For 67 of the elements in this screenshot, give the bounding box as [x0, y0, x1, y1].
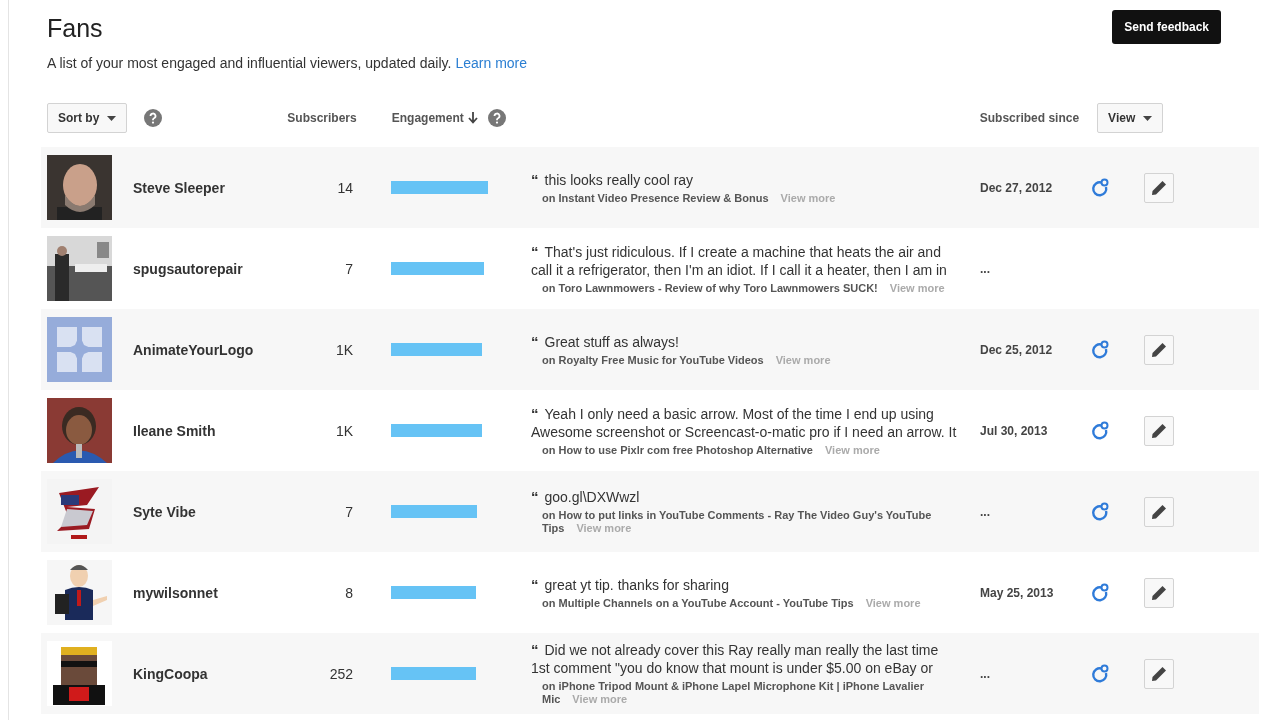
subscriber-count: 7	[345, 503, 353, 520]
rings-icon[interactable]	[1091, 421, 1110, 440]
edit-button[interactable]	[1144, 172, 1174, 203]
fan-name[interactable]: Syte Vibe	[133, 503, 289, 520]
learn-more-link[interactable]: Learn more	[455, 55, 528, 71]
subscribed-date: Jul 30, 2013	[980, 423, 1049, 438]
arrow-down-icon	[467, 112, 478, 124]
video-title: on Multiple Channels on a YouTube Account - YouTube Tips View more	[541, 596, 922, 610]
subscriber-count: 1K	[335, 422, 353, 439]
fan-name[interactable]: AnimateYourLogo	[133, 341, 289, 358]
comment-text: “ Yeah I only need a basic arrow. Most of the time I end up using Awesome screenshot or Screencast-o-matic pro if I need an arrow. It	[531, 404, 958, 441]
subscribed-date: ...	[980, 666, 991, 681]
help-icon[interactable]	[144, 109, 163, 127]
column-header[interactable]: Engagement	[391, 111, 464, 125]
pencil-icon	[1151, 503, 1167, 520]
column-header[interactable]: Subscribers	[287, 111, 357, 125]
subscriber-count: 1K	[335, 341, 353, 358]
video-title: on Toro Lawnmowers - Review of why Toro Lawnmowers SUCK! View more	[541, 281, 946, 295]
pencil-icon	[1151, 665, 1167, 682]
video-title: on Instant Video Presence Review & Bonus View more	[541, 191, 837, 205]
edit-button[interactable]	[1144, 496, 1174, 527]
subscriber-count: 8	[345, 584, 353, 601]
fan-name[interactable]: Ileane Smith	[133, 422, 289, 439]
fan-name[interactable]: Steve Sleeper	[133, 179, 289, 196]
rings-icon[interactable]	[1091, 664, 1110, 683]
subscribed-date: ...	[980, 504, 991, 519]
video-title: on How to put links in YouTube Comments - Ray The Video Guy's YouTube Tips View more	[541, 509, 933, 535]
pencil-icon	[1151, 422, 1167, 439]
subscribed-date: Dec 27, 2012	[980, 180, 1054, 195]
page-title: Fans	[47, 14, 104, 43]
subscribed-date: Dec 25, 2012	[980, 342, 1054, 357]
rings-icon[interactable]	[1091, 340, 1110, 359]
video-title: on Royalty Free Music for YouTube Videos View more	[541, 353, 832, 367]
page-description: A list of your most engaged and influential viewers, updated daily. Learn more	[47, 55, 528, 71]
pencil-icon	[1151, 341, 1167, 358]
fan-name[interactable]: KingCoopa	[133, 665, 289, 682]
subscriber-count: 14	[337, 179, 353, 196]
rings-icon[interactable]	[1091, 583, 1110, 602]
fan-name[interactable]: mywilsonnet	[133, 584, 289, 601]
fan-name[interactable]: spugsautorepair	[133, 260, 289, 277]
comment-text: “ Great stuff as always!	[531, 332, 680, 351]
send-feedback-button[interactable]: Send feedback	[1112, 10, 1221, 44]
subscriber-count: 7	[345, 260, 353, 277]
edit-button[interactable]	[1144, 577, 1174, 608]
view-button[interactable]: View	[1097, 103, 1164, 133]
comment-text: “ That's just ridiculous. If I create a machine that heats the air and call it a refrigerator, then I'm an idiot. If I call it a heater, then I am in	[531, 242, 948, 279]
help-icon[interactable]	[487, 109, 506, 127]
subscribed-date: ...	[980, 261, 991, 276]
comment-text: “ goo.gl\DXWwzl	[531, 488, 641, 506]
edit-button[interactable]	[1144, 334, 1174, 365]
rings-icon[interactable]	[1091, 502, 1110, 521]
pencil-icon	[1151, 584, 1167, 601]
subscribed-date: May 25, 2013	[980, 585, 1055, 600]
comment-text: “ great yt tip. thanks for sharing	[531, 575, 730, 594]
rings-icon[interactable]	[1091, 178, 1110, 197]
edit-button[interactable]	[1144, 415, 1174, 446]
caret-icon	[107, 115, 117, 121]
pencil-icon	[1151, 179, 1167, 196]
comment-text: “ this looks really cool ray	[531, 170, 695, 189]
video-title: on How to use Pixlr com free Photoshop Alternative View more	[541, 443, 881, 457]
video-title: on iPhone Tripod Mount & iPhone Lapel Microphone Kit | iPhone Lavalier Mic View more	[541, 680, 925, 706]
sort-by-button[interactable]: Sort by	[47, 103, 128, 133]
caret-icon	[1143, 115, 1153, 121]
comment-text: “ Did we not already cover this Ray really man really the last time 1st comment "you do know that mount is under $5.00 on eBay or	[531, 641, 940, 677]
column-header[interactable]: Subscribed since	[979, 111, 1080, 125]
subscriber-count: 252	[329, 665, 353, 682]
edit-button[interactable]	[1144, 658, 1174, 689]
